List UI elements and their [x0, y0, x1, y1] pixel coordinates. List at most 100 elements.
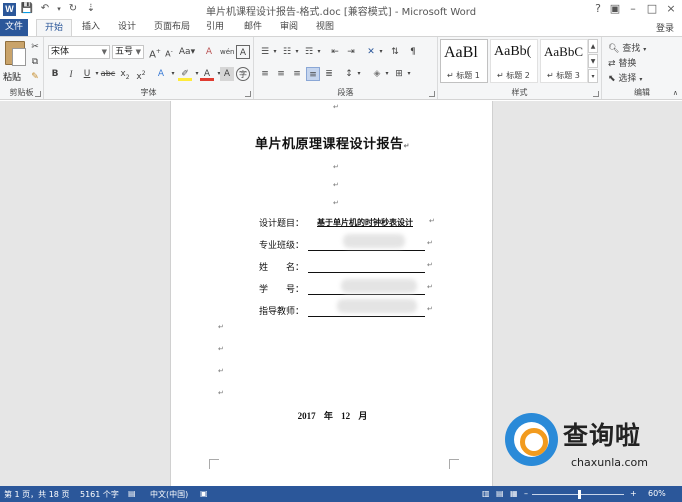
ribbon-display-options-icon[interactable]: ▣ [606, 1, 624, 17]
zoom-slider-thumb[interactable] [578, 490, 581, 499]
distributed-icon[interactable]: ≣ [322, 67, 336, 81]
field-line-advisor[interactable] [308, 316, 425, 317]
window-title: 单片机课程设计报告-格式.doc [兼容模式] - Microsoft Word [205, 7, 477, 18]
tab-home[interactable]: 开始 [36, 19, 72, 37]
find-button[interactable]: 🔍︎ 查找 ▾ [608, 41, 646, 54]
superscript-icon[interactable]: x2 [134, 67, 148, 82]
field-line-class[interactable] [308, 250, 425, 251]
increase-indent-icon[interactable]: ⇥ [344, 45, 358, 59]
zoom-in-button[interactable]: + [630, 489, 637, 498]
enclose-characters-icon[interactable]: 字 [236, 67, 250, 81]
paste-button-label[interactable]: 粘贴 [3, 70, 21, 83]
tab-view[interactable]: 视图 [310, 19, 340, 36]
strikethrough-icon[interactable]: abc [100, 67, 116, 81]
change-case-icon[interactable]: Aa▾ [178, 45, 196, 59]
format-painter-icon[interactable]: ✎ [28, 70, 42, 84]
character-border-icon[interactable]: A [236, 45, 250, 59]
clipboard-launcher-icon[interactable] [35, 91, 41, 97]
clear-formatting-icon[interactable]: A [202, 45, 216, 59]
phonetic-guide-icon[interactable]: wén [220, 45, 234, 59]
align-left-icon[interactable]: ≡ [258, 67, 272, 81]
styles-scroll-down-icon[interactable]: ▼ [588, 54, 598, 68]
word-count[interactable]: 5161 个字 [80, 489, 119, 500]
italic-icon[interactable]: I [64, 67, 78, 81]
document-page[interactable]: ↵ 单片机原理课程设计报告↵ ↵ ↵ ↵ 设计题目： 基于单片机的时钟秒表设计 … [170, 101, 493, 486]
decrease-indent-icon[interactable]: ⇤ [328, 45, 342, 59]
customize-toolbar-icon[interactable]: ⇣ [84, 2, 98, 16]
font-group-label: 字体 [140, 88, 157, 97]
redacted-area [337, 299, 417, 313]
web-layout-icon[interactable]: ▦ [510, 489, 518, 498]
page-count[interactable]: 第 1 页，共 18 页 [4, 489, 69, 500]
multilevel-dropdown-icon[interactable]: ▾ [312, 45, 326, 59]
paragraph-mark: ↵ [218, 345, 224, 353]
tab-references[interactable]: 引用 [200, 19, 230, 36]
grow-font-icon[interactable]: A+ [148, 45, 162, 60]
tab-design[interactable]: 设计 [112, 19, 142, 36]
close-button[interactable]: × [662, 1, 680, 17]
document-title-text: 单片机原理课程设计报告 [255, 137, 404, 152]
zoom-level[interactable]: 60% [648, 489, 666, 498]
font-launcher-icon[interactable] [245, 91, 251, 97]
style-heading-1[interactable]: AaBl ↵ 标题 1 [440, 39, 488, 83]
tab-insert[interactable]: 插入 [76, 19, 106, 36]
borders-dropdown-icon[interactable]: ▾ [402, 67, 416, 81]
bold-icon[interactable]: B [48, 67, 62, 81]
print-layout-icon[interactable]: ▤ [496, 489, 504, 498]
cut-icon[interactable]: ✂ [28, 40, 42, 54]
watermark-text: 查询啦 [563, 421, 642, 450]
styles-launcher-icon[interactable] [593, 91, 599, 97]
font-size-combo[interactable]: 五号 ▼ [112, 45, 144, 59]
replace-button[interactable]: ⇄ 替换 [608, 56, 636, 69]
show-marks-icon[interactable]: ¶ [406, 45, 420, 59]
title-bar: W 💾 ↶ ▾ ↻ ⇣ 单片机课程设计报告-格式.doc [兼容模式] - Mi… [0, 0, 682, 19]
copy-icon[interactable]: ⧉ [28, 55, 42, 69]
undo-icon[interactable]: ↶ [38, 2, 52, 16]
proofing-icon[interactable]: ▤ [128, 489, 136, 498]
paragraph-group-label: 段落 [337, 88, 354, 97]
style-heading-2[interactable]: AaBb( ↵ 标题 2 [490, 39, 538, 83]
paragraph-mark: ↵ [333, 103, 339, 111]
subscript-icon[interactable]: x2 [118, 67, 132, 81]
sort-icon[interactable]: ⇅ [388, 45, 402, 59]
save-icon[interactable]: 💾 [20, 2, 34, 16]
styles-more-icon[interactable]: ▾ [588, 69, 598, 83]
character-shading-icon[interactable]: A [220, 67, 234, 81]
undo-dropdown-icon[interactable]: ▾ [52, 2, 66, 16]
maximize-button[interactable]: □ [643, 1, 661, 17]
word-app-icon[interactable]: W [3, 3, 16, 16]
paragraph-launcher-icon[interactable] [429, 91, 435, 97]
tab-review[interactable]: 审阅 [274, 19, 304, 36]
align-center-icon[interactable]: ≡ [274, 67, 288, 81]
shrink-font-icon[interactable]: A- [162, 45, 176, 59]
sign-in-link[interactable]: 登录 [656, 21, 674, 34]
chevron-down-icon: ▼ [135, 48, 141, 56]
report-date[interactable]: 2017 年 12 月 [171, 409, 494, 422]
align-right-icon[interactable]: ≡ [290, 67, 304, 81]
tab-mailings[interactable]: 邮件 [238, 19, 268, 36]
zoom-out-button[interactable]: – [524, 489, 528, 498]
field-line-name[interactable] [308, 272, 425, 273]
paste-icon[interactable] [5, 41, 26, 66]
collapse-ribbon-icon[interactable]: ∧ [673, 89, 678, 97]
justify-icon[interactable]: ≡ [306, 67, 320, 81]
tab-page-layout[interactable]: 页面布局 [150, 19, 194, 36]
document-title[interactable]: 单片机原理课程设计报告↵ [171, 133, 494, 152]
tab-file[interactable]: 文件 [0, 19, 28, 36]
minimize-button[interactable]: – [624, 1, 642, 17]
read-mode-icon[interactable]: ▥ [482, 489, 490, 498]
status-bar: 第 1 页，共 18 页 5161 个字 ▤ 中文(中国) ▣ ▥ ▤ ▦ – … [0, 486, 682, 502]
field-value-topic[interactable]: 基于单片机的时钟秒表设计 [317, 217, 413, 228]
chevron-down-icon: ▾ [639, 76, 643, 83]
field-line-id[interactable] [308, 294, 425, 295]
chinese-layout-dropdown-icon[interactable]: ▾ [374, 45, 388, 59]
line-spacing-dropdown-icon[interactable]: ▾ [352, 67, 366, 81]
help-button[interactable]: ? [589, 1, 607, 17]
style-heading-3[interactable]: AaBbC ↵ 标题 3 [540, 39, 588, 83]
select-button[interactable]: ⬉ 选择 ▾ [608, 71, 642, 84]
macro-icon[interactable]: ▣ [200, 489, 208, 498]
language[interactable]: 中文(中国) [150, 489, 188, 500]
styles-scroll-up-icon[interactable]: ▲ [588, 39, 598, 53]
font-name-combo[interactable]: 宋体 ▼ [48, 45, 110, 59]
redo-icon[interactable]: ↻ [66, 2, 80, 16]
